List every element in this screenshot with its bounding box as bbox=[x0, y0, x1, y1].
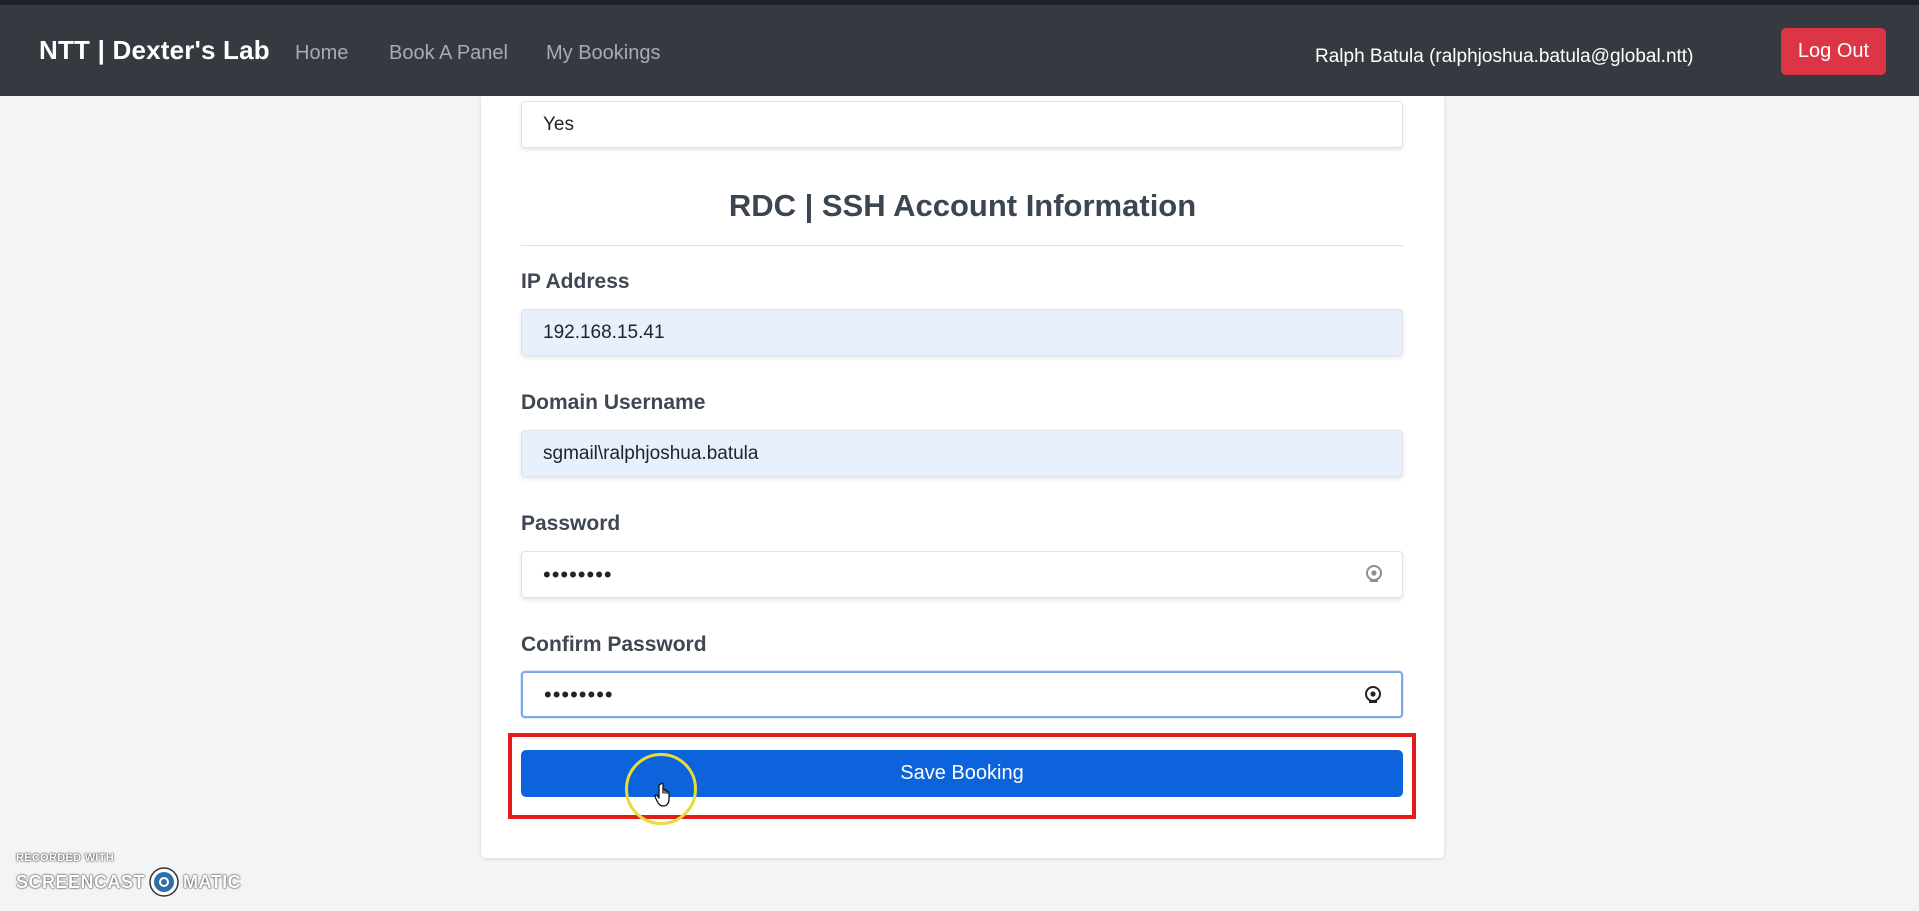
domain-username-label: Domain Username bbox=[521, 391, 706, 414]
domain-username-value: sgmail\ralphjoshua.batula bbox=[543, 442, 759, 464]
confirm-password-value: •••••••• bbox=[544, 681, 614, 707]
screencast-watermark: RECORDED WITH SCREENCAST MATIC bbox=[16, 852, 241, 898]
password-label: Password bbox=[521, 512, 621, 535]
watermark-recorded-with: RECORDED WITH bbox=[16, 852, 115, 864]
password-input[interactable]: •••••••• bbox=[521, 551, 1403, 598]
save-booking-button[interactable]: Save Booking bbox=[521, 750, 1403, 797]
eye-icon[interactable] bbox=[1364, 564, 1384, 584]
ip-address-input[interactable]: 192.168.15.41 bbox=[521, 309, 1403, 356]
brand-link[interactable]: NTT | Dexter's Lab bbox=[39, 35, 270, 66]
ip-address-value: 192.168.15.41 bbox=[543, 321, 665, 343]
eye-icon[interactable] bbox=[1363, 685, 1383, 705]
section-divider bbox=[521, 245, 1403, 246]
nav-book-panel-link[interactable]: Book A Panel bbox=[389, 42, 508, 65]
navbar: NTT | Dexter's Lab Home Book A Panel My … bbox=[0, 5, 1919, 96]
nav-home-link[interactable]: Home bbox=[295, 42, 348, 65]
logout-button[interactable]: Log Out bbox=[1781, 28, 1886, 75]
confirm-password-label: Confirm Password bbox=[521, 633, 707, 656]
confirm-password-input[interactable]: •••••••• bbox=[521, 671, 1403, 718]
previous-select-value: Yes bbox=[543, 113, 574, 135]
nav-my-bookings-link[interactable]: My Bookings bbox=[546, 42, 661, 65]
screencast-logo-icon bbox=[149, 867, 179, 897]
password-value: •••••••• bbox=[543, 561, 613, 587]
booking-form-card: Yes RDC | SSH Account Information IP Add… bbox=[481, 96, 1444, 858]
watermark-right-text: MATIC bbox=[183, 871, 242, 892]
section-title: RDC | SSH Account Information bbox=[728, 188, 1197, 223]
domain-username-input[interactable]: sgmail\ralphjoshua.batula bbox=[521, 430, 1403, 477]
watermark-left-text: SCREENCAST bbox=[16, 871, 146, 892]
current-user: Ralph Batula (ralphjoshua.batula@global.… bbox=[1315, 46, 1694, 67]
ip-address-label: IP Address bbox=[521, 270, 630, 293]
previous-select-field[interactable]: Yes bbox=[521, 101, 1403, 148]
